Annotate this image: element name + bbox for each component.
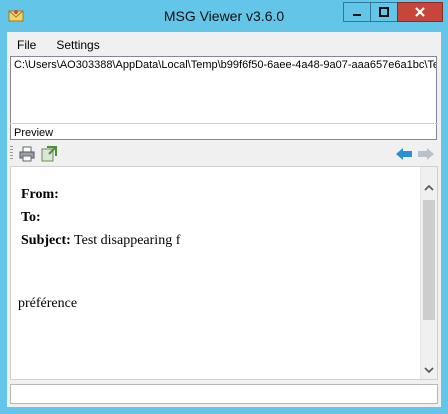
menu-file[interactable]: File [7,34,46,56]
forward-button[interactable] [417,145,435,163]
close-button[interactable] [397,2,443,22]
title-bar[interactable]: MSG Viewer v3.6.0 [0,0,448,32]
minimize-icon [353,14,361,16]
save-button[interactable] [40,145,58,163]
chevron-up-icon [424,184,434,191]
preview-toolbar [7,143,441,165]
chevron-down-icon [424,367,434,374]
section-divider [10,123,438,124]
from-label: From: [21,187,59,202]
to-label: To: [21,210,41,225]
scroll-down-button[interactable] [421,362,437,379]
from-line: From: [21,187,59,203]
message-body: préférence [18,296,78,311]
scroll-thumb[interactable] [423,200,435,320]
maximize-icon [379,7,389,17]
status-bar [10,384,438,404]
to-line: To: [21,210,41,226]
maximize-button[interactable] [370,2,398,22]
scroll-up-button[interactable] [421,179,437,196]
print-button[interactable] [18,145,36,163]
close-icon [415,7,425,17]
menu-settings[interactable]: Settings [46,34,109,56]
menu-bar: File Settings [7,34,110,56]
file-path-text: C:\Users\AO303388\AppData\Local\Temp\b99… [14,59,437,71]
forward-arrow-icon [418,148,434,160]
subject-line: Subject: Test disappearing f [21,233,180,249]
minimize-button[interactable] [343,2,371,22]
app-window: MSG Viewer v3.6.0 File Settings C:\Users… [0,0,448,414]
vertical-scrollbar[interactable] [420,167,437,379]
save-icon [41,146,57,162]
client-area: File Settings C:\Users\AO303388\AppData\… [7,32,441,407]
print-icon [19,146,35,162]
subject-value: Test disappearing f [74,233,181,248]
back-button[interactable] [395,145,413,163]
file-path-box[interactable]: C:\Users\AO303388\AppData\Local\Temp\b99… [10,56,437,140]
toolbar-grip[interactable] [10,146,13,160]
subject-label: Subject: [21,233,71,248]
preview-label: Preview [14,127,54,139]
back-arrow-icon [396,148,412,160]
message-preview[interactable]: From: To: Subject: Test disappearing f p… [10,166,438,380]
